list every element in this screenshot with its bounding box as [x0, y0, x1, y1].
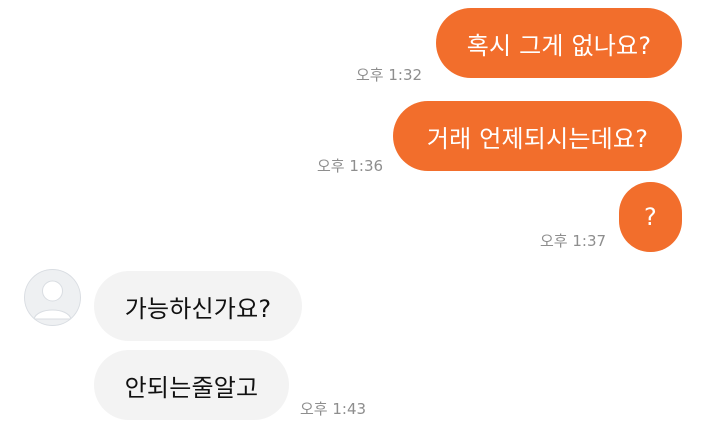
message-timestamp: 오후 1:43	[300, 400, 367, 418]
chat-window: 혹시 그게 없나요? 오후 1:32 거래 언제되시는데요? 오후 1:36 ?…	[0, 0, 708, 423]
message-timestamp: 오후 1:36	[317, 157, 384, 175]
sent-message[interactable]: 혹시 그게 없나요?	[436, 8, 682, 78]
default-profile-icon[interactable]	[24, 269, 81, 326]
received-message[interactable]: 가능하신가요?	[94, 271, 302, 341]
avatar-silhouette-icon	[24, 269, 81, 326]
message-timestamp: 오후 1:32	[356, 66, 423, 84]
message-timestamp: 오후 1:37	[540, 232, 607, 250]
sent-message[interactable]: ?	[619, 182, 682, 252]
sent-message[interactable]: 거래 언제되시는데요?	[393, 101, 682, 171]
received-message[interactable]: 안되는줄알고	[94, 350, 289, 420]
